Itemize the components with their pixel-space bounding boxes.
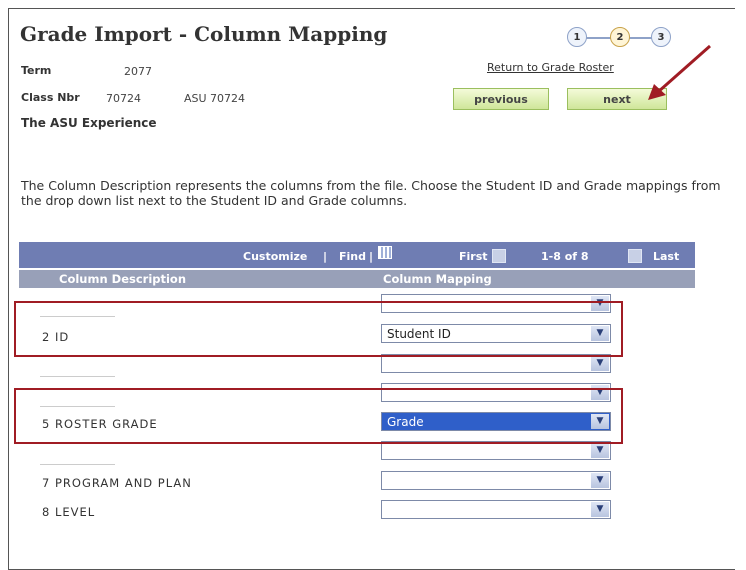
last-link[interactable]: Last xyxy=(653,250,679,263)
step-2[interactable]: 2 xyxy=(610,27,630,47)
page-range: 1-8 of 8 xyxy=(541,250,589,263)
highlight-box xyxy=(14,388,623,444)
column-mapping-select[interactable]: ▼ xyxy=(381,500,611,519)
step-1[interactable]: 1 xyxy=(567,27,587,47)
class-nbr-value: 70724 xyxy=(106,92,141,105)
highlight-box xyxy=(14,301,623,357)
class-nbr-label: Class Nbr xyxy=(21,91,80,104)
list-item: 7 PROGRAM AND PLAN xyxy=(42,476,192,490)
chevron-down-icon[interactable]: ▼ xyxy=(591,443,609,458)
find-link[interactable]: Find xyxy=(339,250,366,263)
column-description-header[interactable]: Column Description xyxy=(59,272,186,286)
class-name: The ASU Experience xyxy=(21,116,157,130)
customize-link[interactable]: Customize xyxy=(243,250,307,263)
previous-page-icon[interactable] xyxy=(492,249,506,263)
return-to-grade-roster-link[interactable]: Return to Grade Roster xyxy=(487,61,614,74)
column-mapping-header[interactable]: Column Mapping xyxy=(383,272,492,286)
download-grid-icon[interactable] xyxy=(378,246,392,259)
term-value: 2077 xyxy=(124,65,152,78)
row-divider xyxy=(40,464,115,465)
instructions-text: The Column Description represents the co… xyxy=(21,178,721,208)
grid-toolbar: Customize | Find | First 1-8 of 8 Last xyxy=(19,242,695,268)
column-mapping-select[interactable]: ▼ xyxy=(381,471,611,490)
class-code: ASU 70724 xyxy=(184,92,246,105)
annotation-arrow xyxy=(648,44,711,100)
first-link[interactable]: First xyxy=(459,250,488,263)
term-label: Term xyxy=(21,64,52,77)
page-title: Grade Import - Column Mapping xyxy=(20,22,388,46)
toolbar-divider: | xyxy=(369,250,374,263)
previous-button[interactable]: previous xyxy=(453,88,549,110)
next-page-icon[interactable] xyxy=(628,249,642,263)
chevron-down-icon[interactable]: ▼ xyxy=(591,473,609,488)
chevron-down-icon[interactable]: ▼ xyxy=(591,356,609,371)
grid-header-row: Column Description Column Mapping xyxy=(19,270,695,288)
chevron-down-icon[interactable]: ▼ xyxy=(591,502,609,517)
toolbar-divider: | xyxy=(323,250,328,263)
list-item: 8 LEVEL xyxy=(42,505,96,519)
row-divider xyxy=(40,376,115,377)
